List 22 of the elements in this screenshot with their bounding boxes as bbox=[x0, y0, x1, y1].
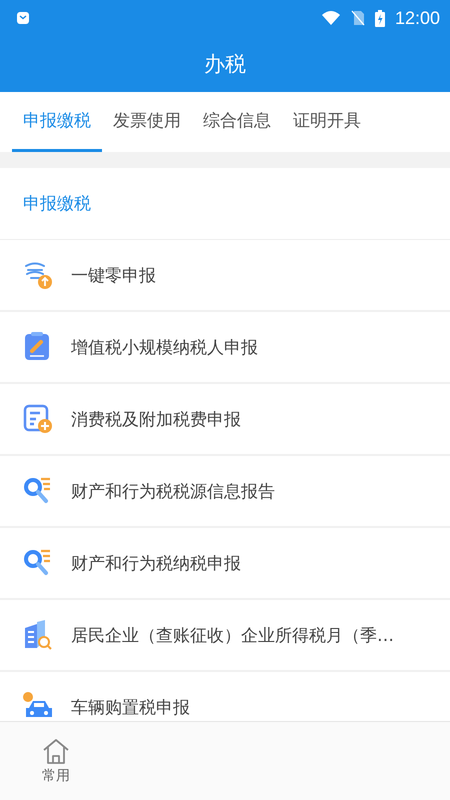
nav-tab[interactable]: 常用 bbox=[0, 722, 112, 800]
list-item[interactable]: 一键零申报 bbox=[0, 240, 450, 312]
list-item[interactable]: 财产和行为税税源信息报告 bbox=[0, 456, 450, 528]
building-icon bbox=[23, 620, 53, 650]
clock-time: 12:00 bbox=[394, 8, 440, 28]
battery-icon bbox=[374, 10, 385, 26]
wifi-icon bbox=[320, 10, 341, 26]
tab[interactable]: 证明开具 bbox=[282, 92, 372, 152]
form-add-icon bbox=[23, 404, 53, 434]
tab[interactable]: 综合信息 bbox=[192, 92, 282, 152]
home-icon bbox=[41, 737, 71, 765]
tab[interactable]: 发票使用 bbox=[102, 92, 192, 152]
notification-icon bbox=[16, 11, 30, 25]
magnifier-list-icon bbox=[23, 476, 53, 506]
section-title: 申报缴税 bbox=[23, 193, 91, 215]
no-sim-icon bbox=[350, 10, 365, 26]
list-item[interactable]: 居民企业（查账征收）企业所得税月（季… bbox=[0, 600, 450, 672]
list-item[interactable]: 消费税及附加税费申报 bbox=[0, 384, 450, 456]
list-item[interactable]: 增值税小规模纳税人申报 bbox=[0, 312, 450, 384]
list-item[interactable]: 财产和行为税纳税申报 bbox=[0, 528, 450, 600]
magnifier-list-icon bbox=[23, 548, 53, 578]
page-title: 办税 bbox=[204, 51, 246, 78]
